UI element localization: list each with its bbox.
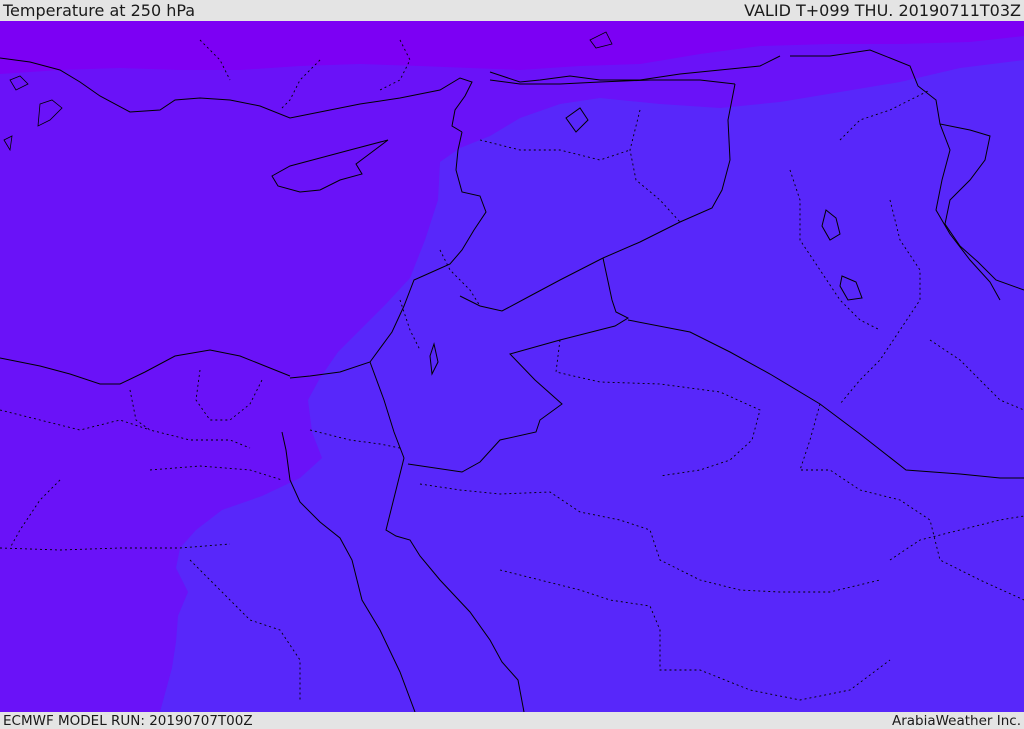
map-title: Temperature at 250 hPa (3, 1, 196, 20)
model-run-label: ECMWF MODEL RUN: 20190707T00Z (3, 712, 253, 729)
weather-map (0, 21, 1024, 712)
map-header: Temperature at 250 hPa VALID T+099 THU. … (0, 0, 1024, 21)
credit-label: ArabiaWeather Inc. (891, 712, 1021, 729)
valid-time: VALID T+099 THU. 20190711T03Z (744, 1, 1021, 20)
map-svg (0, 21, 1024, 712)
map-footer: ECMWF MODEL RUN: 20190707T00Z ArabiaWeat… (0, 712, 1024, 729)
